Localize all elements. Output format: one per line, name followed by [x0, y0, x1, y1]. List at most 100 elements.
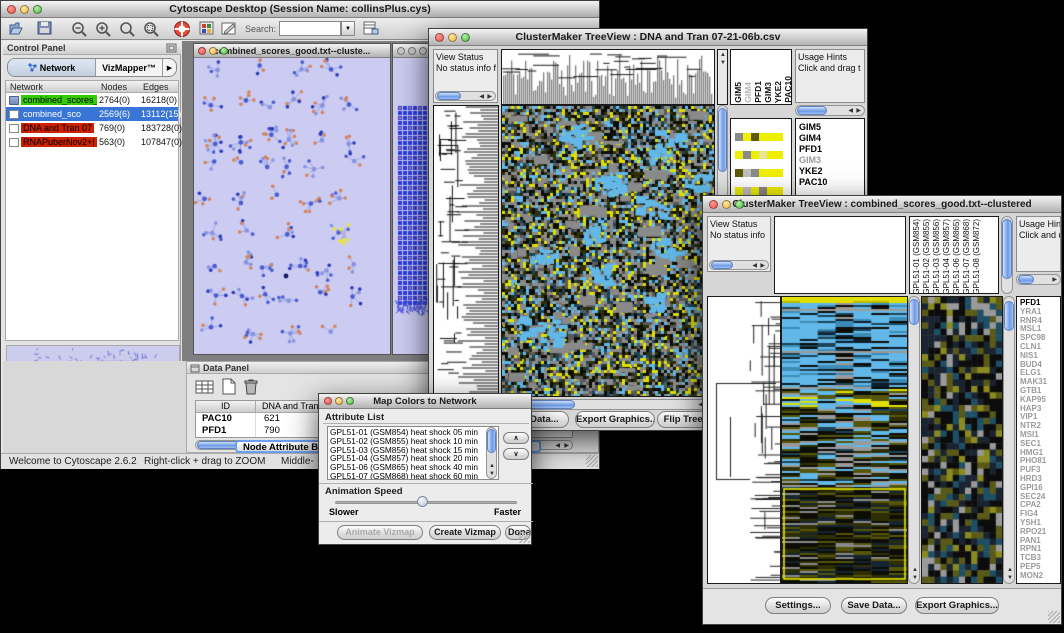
col-network[interactable]: Network [10, 82, 43, 92]
tv1-column-dendrogram[interactable] [501, 49, 715, 105]
close-button[interactable] [324, 397, 332, 405]
search-dropdown-button[interactable]: ▼ [341, 21, 355, 36]
minimize-button[interactable] [209, 47, 217, 55]
tab-more[interactable]: ▶ [162, 59, 176, 76]
filter-icon[interactable] [363, 21, 380, 36]
close-button[interactable] [7, 5, 16, 14]
minimize-button[interactable] [408, 47, 416, 55]
map-dialog-title-bar[interactable]: Map Colors to Network [319, 394, 531, 409]
tv1-hscrollbar[interactable]: ◀▶ [501, 399, 715, 410]
zoom-button[interactable] [346, 397, 354, 405]
network-canvas-1[interactable] [194, 58, 390, 354]
zoom-out-icon[interactable] [71, 21, 88, 37]
zoom-selected-icon[interactable] [143, 21, 160, 37]
column-label[interactable]: GPL51-08 (GSM872) [972, 219, 982, 294]
tv1-heatmap[interactable] [501, 105, 715, 397]
network-row[interactable]: combined_sco2569(6)13112(15) [6, 107, 178, 121]
close-button[interactable] [198, 47, 206, 55]
dialog-resize-grip[interactable] [518, 531, 530, 543]
tv2-settings-button[interactable]: Settings... [765, 597, 831, 614]
tv2-collabel-scrollbar[interactable] [1001, 216, 1013, 294]
attribute-list-item[interactable]: GPL51-07 (GSM868) heat shock 60 min [330, 472, 498, 480]
tv2-zoom-vscrollbar[interactable]: ▲▼ [1003, 296, 1015, 584]
network-row[interactable]: RNAPuberNov2+|563(0)107847(0) [6, 135, 178, 149]
move-down-button[interactable]: ∨ [503, 448, 529, 460]
minimize-button[interactable] [448, 33, 457, 42]
zoom-button[interactable] [33, 5, 42, 14]
attribute-listbox[interactable]: GPL51-01 (GSM854) heat shock 05 minGPL51… [327, 426, 499, 480]
animate-vizmap-button[interactable]: Animate Vizmap [337, 525, 423, 540]
tv1-export-graphics-button[interactable]: Export Graphics... [575, 411, 655, 428]
column-label[interactable]: PFD1 [753, 81, 763, 103]
create-vizmap-button[interactable]: Create Vizmap [429, 525, 501, 540]
resize-grip[interactable] [586, 455, 598, 467]
zoom-button[interactable] [735, 200, 744, 209]
tv2-column-dendrogram-area[interactable] [774, 216, 906, 294]
column-label[interactable]: GIM4 [743, 82, 753, 103]
minimize-button[interactable] [722, 200, 731, 209]
id-column-header[interactable]: ID [196, 401, 256, 412]
column-label[interactable]: GPL51-02 (GSM855) [922, 219, 932, 294]
treeview1-title-bar[interactable]: ClusterMaker TreeView : DNA and Tran 07-… [429, 29, 867, 46]
tv2-heatmap-vscrollbar[interactable]: ▲▼ [908, 296, 920, 584]
zoom-button[interactable] [461, 33, 470, 42]
window-controls[interactable] [7, 5, 42, 14]
column-label[interactable]: GPL51-03 (GSM856) [932, 219, 942, 294]
network-window-1-title-bar[interactable]: combined_scores_good.txt--cluste... [194, 44, 390, 58]
annotation-icon[interactable] [221, 21, 238, 36]
zoom-button[interactable] [419, 47, 427, 55]
gene-list-item[interactable]: GIM5 [799, 122, 864, 133]
move-up-button[interactable]: ∧ [503, 432, 529, 444]
tv2-save-data-button[interactable]: Save Data... [841, 597, 907, 614]
tv2-export-graphics-button[interactable]: Export Graphics... [915, 597, 999, 614]
help-ring-icon[interactable] [173, 20, 191, 38]
col-edges[interactable]: Edges [143, 82, 169, 92]
column-label[interactable]: GPL51-04 (GSM857) [942, 219, 952, 294]
tab-vizmapper[interactable]: VizMapper™ [96, 59, 162, 76]
column-label[interactable]: GPL51-07 (GSM868) [962, 219, 972, 294]
column-label[interactable]: GPL51-01 (GSM854) [912, 219, 922, 294]
column-label[interactable]: GPL51-06 (GSM865) [952, 219, 962, 294]
column-label[interactable]: PAC10 [783, 76, 792, 103]
gene-list-item[interactable]: YKE2 [799, 166, 864, 177]
col-nodes[interactable]: Nodes [101, 82, 127, 92]
minimize-button[interactable] [20, 5, 29, 14]
tv2-row-dendrogram[interactable] [707, 296, 781, 584]
treeview2-title-bar[interactable]: ClusterMaker TreeView : combined_scores_… [703, 196, 1061, 213]
save-icon[interactable] [37, 21, 53, 36]
zoom-in-icon[interactable] [95, 21, 112, 37]
column-label[interactable]: GIM3 [763, 82, 773, 103]
gene-list-item[interactable]: PAC10 [799, 177, 864, 188]
new-attribute-icon[interactable] [221, 378, 237, 395]
close-button[interactable] [435, 33, 444, 42]
search-input[interactable] [279, 21, 341, 36]
gene-list-item[interactable]: GIM3 [799, 155, 864, 166]
tv2-usage-scrollbar[interactable]: ▶ [1016, 274, 1061, 285]
minimize-button[interactable] [335, 397, 343, 405]
gene-list-item[interactable]: GIM4 [799, 133, 864, 144]
main-title-bar[interactable]: Cytoscape Desktop (Session Name: collins… [1, 1, 599, 18]
open-file-icon[interactable] [9, 21, 27, 36]
zoom-button[interactable] [220, 47, 228, 55]
tv2-heatmap[interactable] [781, 296, 908, 584]
close-button[interactable] [397, 47, 405, 55]
tv2-resize-grip[interactable] [1048, 611, 1060, 623]
tv2-status-scrollbar[interactable]: ◀▶ [709, 260, 769, 270]
dock-panel-icon[interactable] [190, 364, 200, 373]
tv2-zoom-panel[interactable] [921, 296, 1003, 584]
float-panel-icon[interactable] [166, 43, 177, 53]
tv1-selection-matrix[interactable] [735, 133, 783, 181]
tv1-status-scrollbar[interactable]: ◀▶ [435, 91, 496, 101]
tab-network[interactable]: Network [8, 59, 96, 76]
tv1-usage-scrollbar[interactable]: ◀▶ [795, 105, 865, 116]
slider-thumb[interactable] [417, 496, 428, 507]
network-row[interactable]: combined_scores_2764(0)16218(0) [6, 93, 178, 107]
gene-list-item[interactable]: MON2 [1020, 572, 1060, 581]
zoom-fit-icon[interactable] [119, 21, 136, 37]
column-label[interactable]: YKE2 [773, 81, 783, 103]
network-row[interactable]: DNA and Tran 07769(0)183728(0) [6, 121, 178, 135]
tv1-col-scroll-strip[interactable]: ▲▼ [717, 49, 728, 105]
delete-attribute-icon[interactable] [243, 378, 259, 395]
tv1-row-dendrogram[interactable] [433, 105, 499, 397]
attribute-select-icon[interactable] [195, 379, 215, 395]
